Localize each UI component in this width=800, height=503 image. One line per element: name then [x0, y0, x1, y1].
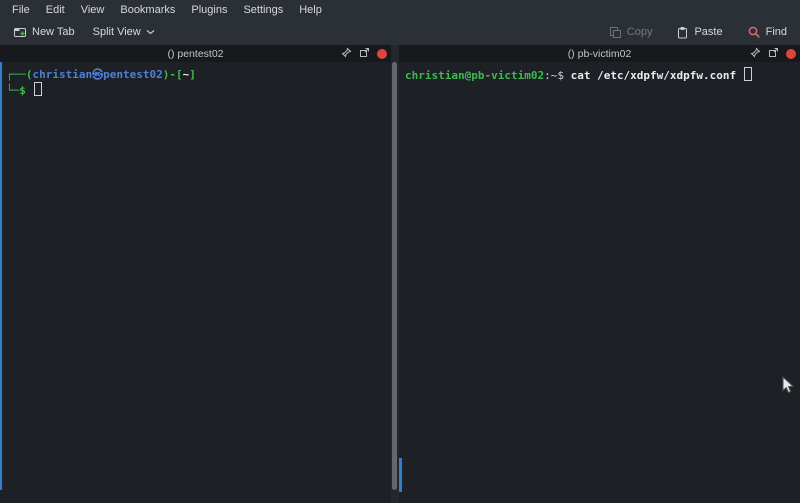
paste-icon	[676, 26, 689, 39]
menu-help[interactable]: Help	[291, 2, 330, 18]
menu-plugins[interactable]: Plugins	[183, 2, 235, 18]
terminal-cursor	[744, 67, 752, 81]
command-text: cat /etc/xdpfw/xdpfw.conf	[571, 69, 743, 82]
prompt-userhost: christian@pb-victim02	[405, 69, 544, 82]
pane-header-pb-victim02[interactable]: () pb-victim02	[399, 45, 800, 62]
prompt-open: ┌──(	[6, 68, 33, 81]
prompt-symbol: :~$	[544, 69, 571, 82]
terminal-output-pentest02[interactable]: ┌──(christian㉿pentest02)-[~] └─$	[0, 62, 391, 103]
menu-view[interactable]: View	[73, 2, 113, 18]
chevron-down-icon	[146, 29, 155, 35]
menu-file[interactable]: File	[4, 2, 38, 18]
pin-view-icon[interactable]	[341, 47, 352, 61]
terminal-cursor	[34, 82, 42, 96]
copy-label: Copy	[627, 26, 653, 38]
menu-bar: File Edit View Bookmarks Plugins Setting…	[0, 0, 800, 19]
menu-settings[interactable]: Settings	[235, 2, 291, 18]
detach-view-icon[interactable]	[359, 47, 370, 61]
terminal-output-pb-victim02[interactable]: christian@pb-victim02:~$ cat /etc/xdpfw/…	[399, 62, 800, 88]
detach-view-icon[interactable]	[768, 47, 779, 61]
split-view-button[interactable]: Split View	[86, 22, 162, 42]
pin-view-icon[interactable]	[750, 47, 761, 61]
tool-bar: New Tab Split View Copy	[0, 19, 800, 46]
scrollbar-thumb[interactable]	[392, 62, 397, 490]
paste-label: Paste	[694, 26, 722, 38]
find-label: Find	[766, 26, 787, 38]
konsole-window: File Edit View Bookmarks Plugins Setting…	[0, 0, 800, 503]
menu-bookmarks[interactable]: Bookmarks	[112, 2, 183, 18]
pane-title-pb-victim02: () pb-victim02	[568, 48, 632, 60]
new-tab-label: New Tab	[32, 26, 75, 38]
new-tab-icon	[13, 25, 27, 39]
split-view-label: Split View	[93, 26, 141, 38]
paste-button[interactable]: Paste	[669, 22, 729, 43]
new-tab-button[interactable]: New Tab	[6, 21, 82, 43]
menu-edit[interactable]: Edit	[38, 2, 73, 18]
terminal-pane-pentest02[interactable]: () pentest02 ┌──(christian㉿pentest02)-[~…	[0, 45, 391, 503]
close-pane-icon[interactable]	[377, 49, 387, 59]
prompt-line2: └─$	[6, 84, 33, 97]
find-button[interactable]: Find	[740, 21, 794, 43]
search-icon	[747, 25, 761, 39]
mouse-cursor	[782, 376, 795, 400]
right-pane-scrollbar[interactable]	[399, 458, 402, 492]
pane-header-pentest02[interactable]: () pentest02	[0, 45, 391, 62]
copy-button[interactable]: Copy	[602, 22, 660, 43]
left-pane-scrollbar[interactable]	[0, 62, 2, 490]
close-pane-icon[interactable]	[786, 49, 796, 59]
prompt-mid: )-[	[163, 68, 183, 81]
prompt-userhost: christian㉿pentest02	[33, 68, 163, 81]
pane-divider[interactable]	[391, 45, 399, 503]
pane-title-pentest02: () pentest02	[167, 48, 223, 60]
terminal-pane-pb-victim02[interactable]: () pb-victim02 christian@pb-victim02:~$ …	[399, 45, 800, 503]
copy-icon	[609, 26, 622, 39]
prompt-close: ]	[189, 68, 196, 81]
